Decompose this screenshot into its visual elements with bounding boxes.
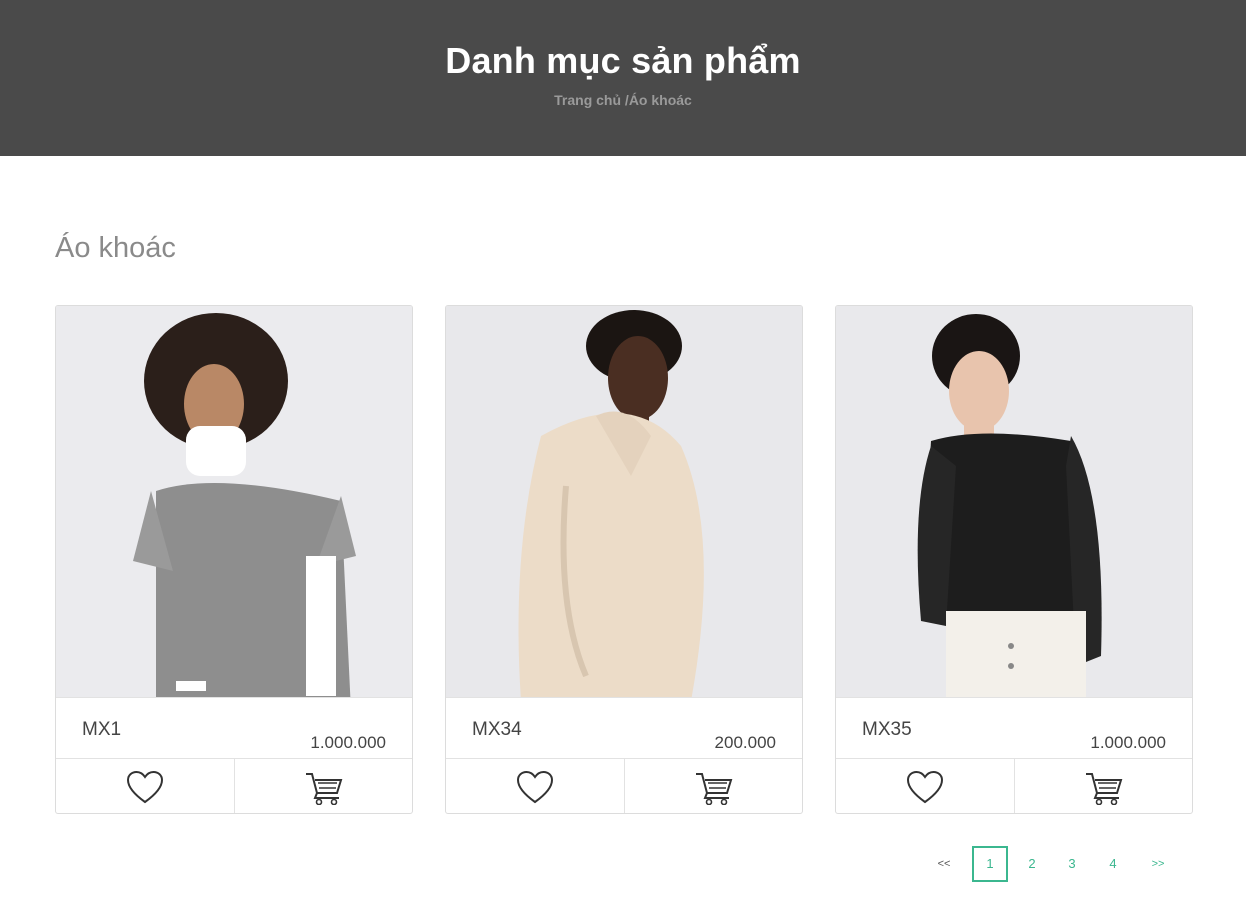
cart-icon <box>306 772 343 805</box>
heart-icon <box>516 770 554 803</box>
product-name[interactable]: MX35 <box>862 719 912 741</box>
add-to-cart-button[interactable] <box>1015 759 1192 813</box>
add-to-wishlist-button[interactable] <box>446 759 625 813</box>
pagination-page-2[interactable]: 2 <box>1018 846 1046 882</box>
pagination-prev[interactable]: << <box>930 846 958 882</box>
page-header: Danh mục sản phẩm Trang chủ /Áo khoác <box>0 0 1246 156</box>
heart-icon <box>906 770 944 803</box>
product-image[interactable] <box>836 306 1192 697</box>
add-to-cart-button[interactable] <box>235 759 412 813</box>
product-name[interactable]: MX1 <box>82 719 121 741</box>
add-to-wishlist-button[interactable] <box>836 759 1015 813</box>
pagination-page-4[interactable]: 4 <box>1099 846 1127 882</box>
add-to-cart-button[interactable] <box>625 759 802 813</box>
cart-icon <box>1086 772 1123 805</box>
pagination: << 1 2 3 4 >> <box>0 846 1246 882</box>
product-card[interactable]: MX35 1.000.000 <box>835 305 1193 814</box>
heart-icon <box>126 770 164 803</box>
pagination-next[interactable]: >> <box>1143 846 1173 882</box>
product-card[interactable]: MX1 1.000.000 <box>55 305 413 814</box>
product-card[interactable]: MX34 200.000 <box>445 305 803 814</box>
product-image[interactable] <box>56 306 412 697</box>
add-to-wishlist-button[interactable] <box>56 759 235 813</box>
product-price: 1.000.000 <box>310 733 386 752</box>
breadcrumb[interactable]: Trang chủ /Áo khoác <box>0 92 1246 108</box>
page-title: Danh mục sản phẩm <box>445 40 801 81</box>
product-price: 200.000 <box>714 733 776 752</box>
pagination-page-1[interactable]: 1 <box>972 846 1008 882</box>
product-name[interactable]: MX34 <box>472 719 522 741</box>
category-title: Áo khoác <box>55 232 176 264</box>
product-price: 1.000.000 <box>1090 733 1166 752</box>
product-image[interactable] <box>446 306 802 697</box>
cart-icon <box>696 772 733 805</box>
pagination-page-3[interactable]: 3 <box>1058 846 1086 882</box>
